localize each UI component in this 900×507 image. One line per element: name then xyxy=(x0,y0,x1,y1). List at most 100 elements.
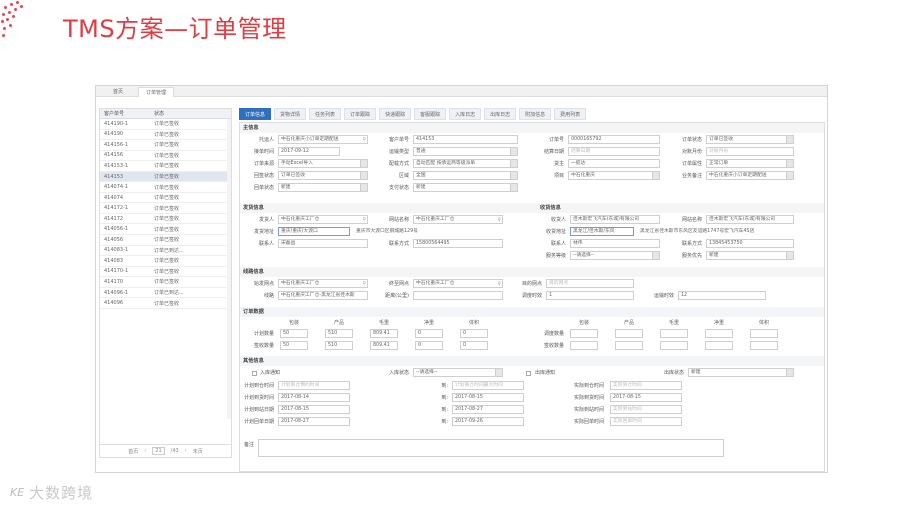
tab-home[interactable]: 首页 xyxy=(106,87,130,97)
list-item[interactable]: 414170 订单已签收 xyxy=(100,277,231,288)
pager-prev-icon[interactable]: ‹ xyxy=(144,448,146,454)
qty-field[interactable]: 510 xyxy=(325,341,353,350)
route-field[interactable]: 中石化重庆工厂仓-黑龙江省佳木斯 xyxy=(278,291,368,300)
receiver-field[interactable]: 佳木斯宏飞汽车(东城)有限公司 xyxy=(570,215,660,224)
receiver-phone-field[interactable]: 13845453750 xyxy=(706,239,794,248)
qty-field[interactable] xyxy=(615,341,643,350)
item-select[interactable]: 中石化重庆 xyxy=(568,171,660,180)
receiver-site-field[interactable]: 佳木斯宏飞汽车(东城)有限公司 xyxy=(706,215,794,224)
service2-select[interactable]: 新建 xyxy=(706,251,794,260)
date-field[interactable]: 2017-09-12 xyxy=(278,147,340,156)
actual-field[interactable]: 实际到仓时间 xyxy=(610,381,682,390)
list-item[interactable]: 414153 订单已签收 xyxy=(100,171,231,183)
actual-field[interactable]: 2017-08-15 xyxy=(610,393,682,402)
sender-contact-field[interactable]: 宋磊昌 xyxy=(278,239,368,248)
return-select[interactable]: 新建 xyxy=(278,183,368,192)
dest-field[interactable]: 目的网点 xyxy=(546,279,634,288)
list-scrollbar[interactable] xyxy=(227,119,231,419)
service-select[interactable]: --请选择-- xyxy=(570,251,660,260)
qty-field[interactable] xyxy=(750,329,778,338)
sender-phone-field[interactable]: 15800564495 xyxy=(413,239,503,248)
pay-select[interactable]: 新建 xyxy=(413,183,518,192)
start-field[interactable]: 中石化重庆工厂仓 ⚲ xyxy=(278,279,368,288)
pager-first[interactable]: 首页 xyxy=(128,448,138,455)
qty-field[interactable]: 510 xyxy=(325,329,353,338)
list-item[interactable]: 414172-1 订单已签收 xyxy=(100,203,231,214)
dist-field[interactable] xyxy=(413,291,503,300)
hours-field[interactable]: 12 xyxy=(678,291,766,300)
date-field[interactable]: 2017-08-15 xyxy=(278,405,350,414)
qty-field[interactable]: 50 xyxy=(280,329,308,338)
date-field[interactable]: 计划到仓预约时间 xyxy=(278,381,350,390)
status-select[interactable]: 订单已签收 xyxy=(706,135,794,144)
actual-field[interactable]: 实际到站时间 xyxy=(610,405,682,414)
pager-current[interactable]: 21 xyxy=(152,447,165,455)
delivery-select[interactable]: 自动匹配 按承运商等级派单 xyxy=(413,159,518,168)
days-field[interactable]: 1 xyxy=(546,291,634,300)
tab-0[interactable]: 订单信息 xyxy=(239,108,272,120)
tab-6[interactable]: 入库日志 xyxy=(449,108,482,120)
qty-field[interactable] xyxy=(660,329,688,338)
tab-3[interactable]: 订单跟踪 xyxy=(344,108,377,120)
qty-field[interactable] xyxy=(705,329,733,338)
qty-field[interactable]: 809.41 xyxy=(370,341,398,350)
in-status-select[interactable]: --请选择-- xyxy=(413,368,503,377)
receiver-addr-detail[interactable]: 黑龙江省佳木斯市东风区友谊路1747号宏飞汽车4S店 xyxy=(637,227,797,236)
pager-next-icon[interactable]: › xyxy=(185,448,187,454)
qty-field[interactable] xyxy=(750,341,778,350)
sender-field[interactable]: 中石化重庆工厂仓 ⚲ xyxy=(278,215,368,224)
remark-textarea[interactable] xyxy=(258,439,724,457)
list-item[interactable]: 414172 订单已签收 xyxy=(100,214,231,225)
qty-field[interactable] xyxy=(705,341,733,350)
end-field[interactable]: 中石化重庆工厂仓 ⚲ xyxy=(413,279,503,288)
list-item[interactable]: 414056 订单已签收 xyxy=(100,235,231,246)
list-item[interactable]: 414153-1 订单已签收 xyxy=(100,161,231,172)
qty-field[interactable] xyxy=(570,341,598,350)
list-item[interactable]: 414074-1 订单已签收 xyxy=(100,182,231,193)
list-item[interactable]: 414190 订单已签收 xyxy=(100,130,231,141)
qty-field[interactable]: 0 xyxy=(415,329,443,338)
date-field[interactable]: 2017-09-26 xyxy=(452,417,524,426)
tab-7[interactable]: 出库日志 xyxy=(484,108,517,120)
col-status[interactable]: 状态 xyxy=(148,110,231,117)
pager-last[interactable]: 末页 xyxy=(193,448,203,455)
qty-field[interactable]: 0 xyxy=(415,341,443,350)
date-field[interactable]: 2017-08-14 xyxy=(278,393,350,402)
qty-field[interactable]: 50 xyxy=(280,341,308,350)
list-item[interactable]: 414156-1 订单已签收 xyxy=(100,140,231,151)
list-item[interactable]: 414096-1 订单已到达... xyxy=(100,288,231,299)
sender-addr-select[interactable]: 重庆/重庆/大渡口 xyxy=(278,227,350,236)
tab-1[interactable]: 货物详情 xyxy=(274,108,307,120)
sender-site-field[interactable]: 中石化重庆工厂仓 ⚲ xyxy=(413,215,503,224)
tab-9[interactable]: 费用列表 xyxy=(554,108,587,120)
source-select[interactable]: 手动Excel导入 xyxy=(278,159,368,168)
date-field[interactable]: 2017-08-15 xyxy=(452,393,524,402)
out-status-select[interactable]: 新建 xyxy=(688,368,794,377)
receiver-contact-field[interactable]: 林伟 xyxy=(570,239,660,248)
list-item[interactable]: 414074 订单已签收 xyxy=(100,193,231,204)
qty-field[interactable]: 0 xyxy=(460,341,488,350)
col-customer-no[interactable]: 客户单号 xyxy=(100,110,148,117)
biz-select[interactable]: 中石化重庆小订单定期配送 xyxy=(706,171,794,180)
receiver-addr-select[interactable]: 黑龙江/佳木斯/东风 xyxy=(570,227,634,236)
list-item[interactable]: 414083 订单已签收 xyxy=(100,256,231,267)
region-select[interactable]: 全国 xyxy=(413,171,518,180)
transport-select[interactable]: 普通 xyxy=(413,147,518,156)
qty-field[interactable] xyxy=(615,329,643,338)
receipt-field[interactable]: 对账月份 xyxy=(706,147,794,156)
tab-4[interactable]: 快递跟踪 xyxy=(379,108,412,120)
date-field[interactable]: 计划离仓时间最大时间 xyxy=(452,381,524,390)
list-item[interactable]: 414190-1 订单已签收 xyxy=(100,119,231,130)
gate-field[interactable]: 一航达 xyxy=(568,159,660,168)
receipt-status-select[interactable]: 订单已签收 xyxy=(278,171,368,180)
list-item[interactable]: 414056-1 订单已签收 xyxy=(100,224,231,236)
list-item[interactable]: 414170-1 订单已签收 xyxy=(100,267,231,278)
qty-field[interactable]: 809.41 xyxy=(370,329,398,338)
actual-field[interactable]: 实际回单时间 xyxy=(610,417,682,426)
date-field[interactable]: 2017-08-27 xyxy=(278,417,350,426)
tab-5[interactable]: 客服跟踪 xyxy=(414,108,447,120)
qty-field[interactable]: 0 xyxy=(460,329,488,338)
custno-field[interactable]: 414153 xyxy=(413,135,518,144)
date-field[interactable]: 2017-08-27 xyxy=(452,405,524,414)
client-field[interactable]: 中石化重庆小订单定期配送 ⚲ xyxy=(278,135,368,144)
